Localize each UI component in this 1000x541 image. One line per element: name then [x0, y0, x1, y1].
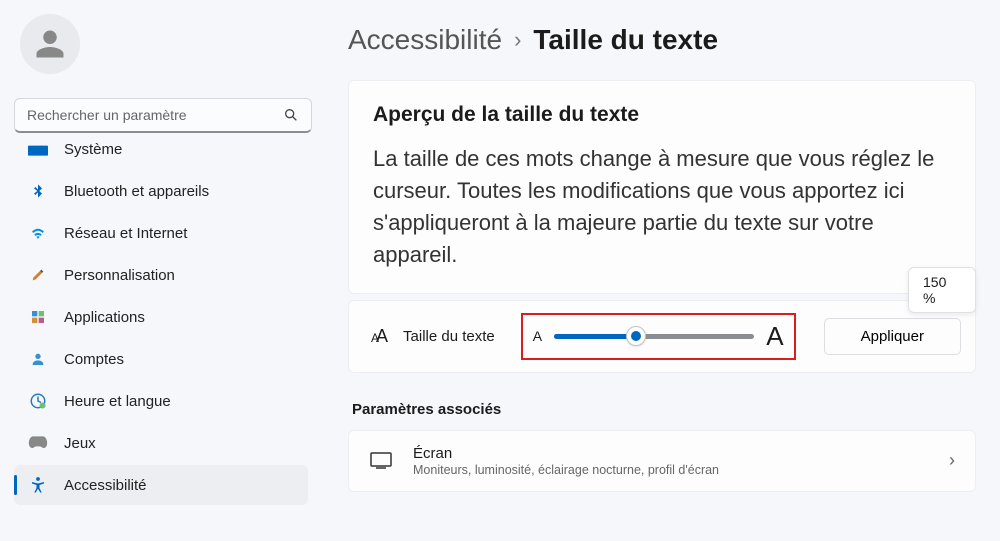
sidebar-item-label: Réseau et Internet — [64, 225, 187, 242]
display-icon — [369, 451, 393, 471]
bluetooth-icon — [28, 181, 48, 201]
text-size-icon: AA — [371, 326, 385, 347]
related-text: Écran Moniteurs, luminosité, éclairage n… — [413, 445, 929, 477]
slider-highlight: A A — [521, 313, 796, 360]
apps-icon — [28, 307, 48, 327]
gamepad-icon — [28, 433, 48, 453]
search-input[interactable] — [27, 107, 283, 123]
slider-thumb[interactable] — [626, 326, 646, 346]
sidebar-item-label: Applications — [64, 309, 145, 326]
brush-icon — [28, 265, 48, 285]
sidebar-item-systeme[interactable]: Système — [14, 143, 308, 169]
apply-button[interactable]: Appliquer — [824, 318, 961, 355]
slider-max-icon: A — [766, 321, 783, 352]
sidebar-item-label: Heure et langue — [64, 393, 171, 410]
related-item-ecran[interactable]: Écran Moniteurs, luminosité, éclairage n… — [348, 430, 976, 492]
sidebar-item-personnalisation[interactable]: Personnalisation — [14, 255, 308, 295]
account-icon — [28, 349, 48, 369]
sidebar-item-label: Bluetooth et appareils — [64, 183, 209, 200]
related-desc: Moniteurs, luminosité, éclairage nocturn… — [413, 463, 929, 477]
sidebar-item-label: Personnalisation — [64, 267, 175, 284]
preview-card: Aperçu de la taille du texte La taille d… — [348, 80, 976, 294]
preview-title: Aperçu de la taille du texte — [373, 103, 951, 127]
sidebar-item-reseau[interactable]: Réseau et Internet — [14, 213, 308, 253]
sidebar-item-accessibilite[interactable]: Accessibilité — [14, 465, 308, 505]
chevron-right-icon: › — [514, 27, 521, 53]
sidebar-item-label: Comptes — [64, 351, 124, 368]
slider-min-icon: A — [533, 328, 542, 344]
sidebar-item-label: Jeux — [64, 435, 96, 452]
breadcrumb-parent[interactable]: Accessibilité — [348, 24, 502, 56]
clock-globe-icon — [28, 391, 48, 411]
breadcrumb: Accessibilité › Taille du texte — [348, 24, 976, 56]
monitor-icon — [28, 143, 48, 159]
page-title: Taille du texte — [533, 24, 718, 56]
search-icon — [283, 107, 299, 123]
slider-label: Taille du texte — [403, 328, 495, 345]
preview-text: La taille de ces mots change à mesure qu… — [373, 143, 951, 271]
wifi-icon — [28, 223, 48, 243]
sidebar-item-label: Système — [64, 143, 122, 158]
related-title: Écran — [413, 445, 929, 462]
accessibility-icon — [28, 475, 48, 495]
text-size-slider[interactable] — [554, 325, 754, 347]
slider-value-tooltip: 150 % — [908, 267, 976, 313]
person-icon — [32, 26, 68, 62]
sidebar-item-applications[interactable]: Applications — [14, 297, 308, 337]
sidebar-item-bluetooth[interactable]: Bluetooth et appareils — [14, 171, 308, 211]
sidebar-item-heure[interactable]: Heure et langue — [14, 381, 308, 421]
text-size-row: AA Taille du texte A A Appliquer — [348, 300, 976, 373]
sidebar-item-comptes[interactable]: Comptes — [14, 339, 308, 379]
chevron-right-icon: › — [949, 450, 955, 471]
search-input-container[interactable] — [14, 98, 312, 133]
avatar[interactable] — [20, 14, 80, 74]
sidebar-item-jeux[interactable]: Jeux — [14, 423, 308, 463]
sidebar-item-label: Accessibilité — [64, 477, 147, 494]
nav-list: Système Bluetooth et appareils Réseau et… — [14, 143, 312, 507]
related-section-title: Paramètres associés — [348, 401, 976, 418]
